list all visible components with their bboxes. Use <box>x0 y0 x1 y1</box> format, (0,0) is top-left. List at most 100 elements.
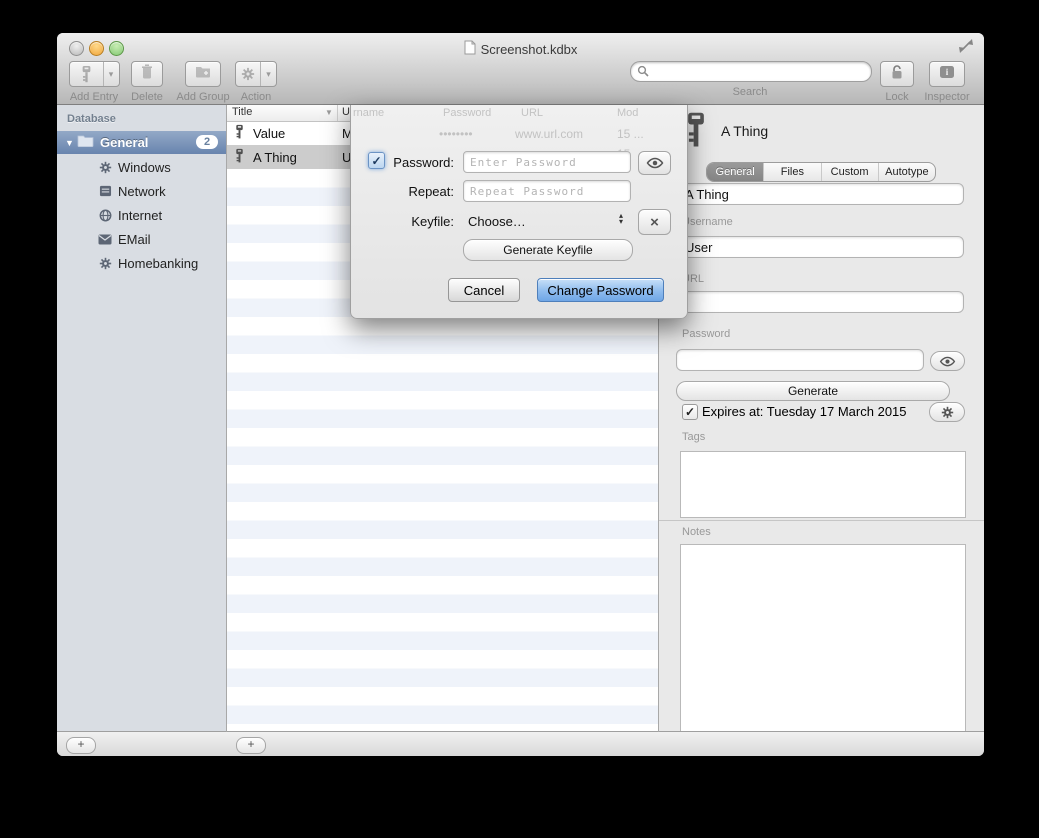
window-title-area: Screenshot.kdbx <box>57 40 984 58</box>
generate-keyfile-label: Generate Keyfile <box>503 243 592 257</box>
dialog-repeat-input[interactable] <box>463 180 631 202</box>
dialog-reveal-password-button[interactable] <box>638 151 671 175</box>
chevron-down-icon: ▾ <box>103 62 119 86</box>
envelope-icon <box>97 234 113 245</box>
lock-button[interactable] <box>880 61 914 87</box>
inspector-panel: A Thing General Files Custom Autotype Us… <box>659 105 984 732</box>
reveal-password-button[interactable] <box>930 351 965 371</box>
change-password-button[interactable]: Change Password <box>537 278 664 302</box>
entry-title: A Thing <box>253 150 297 165</box>
ghost-password-dots: •••••••• <box>439 127 473 141</box>
sidebar-item-email[interactable]: EMail <box>57 227 226 251</box>
generate-password-button[interactable]: Generate <box>676 381 950 401</box>
chevron-down-icon: ▾ <box>260 62 276 86</box>
key-icon <box>235 148 244 167</box>
sort-descending-icon: ▼ <box>325 108 333 117</box>
key-icon <box>235 124 244 143</box>
sidebar-item-internet[interactable]: Internet <box>57 203 226 227</box>
fullscreen-icon[interactable] <box>958 39 974 53</box>
tab-files[interactable]: Files <box>764 163 821 181</box>
tags-textarea[interactable] <box>680 451 966 518</box>
gear-icon <box>236 62 260 86</box>
info-icon: i <box>939 65 955 84</box>
username-label: Username <box>682 216 733 228</box>
delete-button[interactable] <box>131 61 163 87</box>
sidebar-item-label: Network <box>118 184 166 199</box>
toolbar-item-add-entry: ▾ Add Entry <box>65 61 123 103</box>
ghost-modified: 15 ... <box>617 127 644 141</box>
clear-keyfile-button[interactable]: × <box>638 209 671 235</box>
section-divider <box>659 520 984 521</box>
expires-label: Expires at: Tuesday 17 March 2015 <box>702 404 907 419</box>
inspector-label: Inspector <box>921 91 973 103</box>
tab-general[interactable]: General <box>707 163 764 181</box>
toolbar-item-lock: Lock <box>875 61 919 103</box>
generate-keyfile-button[interactable]: Generate Keyfile <box>463 239 633 261</box>
server-icon <box>97 185 113 197</box>
inspector-button[interactable]: i <box>929 61 965 87</box>
ghost-url: www.url.com <box>515 127 583 141</box>
sidebar-group-general[interactable]: ▼ General 2 <box>57 131 226 154</box>
url-field[interactable] <box>676 291 964 313</box>
add-entry-plus-button[interactable]: + <box>236 737 266 754</box>
sidebar-group-label: General <box>100 135 148 150</box>
action-button[interactable]: ▾ <box>235 61 277 87</box>
tab-autotype[interactable]: Autotype <box>879 163 935 181</box>
lock-icon <box>890 64 904 85</box>
inspector-tabs: General Files Custom Autotype <box>706 162 936 182</box>
sidebar-item-homebanking[interactable]: Homebanking <box>57 251 226 275</box>
pane-divider[interactable] <box>226 105 227 732</box>
bottom-bar: + + <box>57 731 984 756</box>
column-header-title[interactable]: Title <box>232 106 252 118</box>
search-label: Search <box>630 86 870 98</box>
toolbar-item-delete: Delete <box>127 61 167 103</box>
app-window: Screenshot.kdbx ▾ Add Entry Delete <box>57 33 984 756</box>
sidebar-item-label: Windows <box>118 160 171 175</box>
eye-icon <box>646 157 664 169</box>
window-header: Screenshot.kdbx ▾ Add Entry Delete <box>57 33 984 105</box>
folder-plus-icon <box>195 65 211 83</box>
sidebar-item-network[interactable]: Network <box>57 179 226 203</box>
disclosure-triangle-icon[interactable]: ▼ <box>65 138 77 148</box>
toolbar-item-search: Search <box>630 61 870 98</box>
tab-custom[interactable]: Custom <box>822 163 879 181</box>
change-password-label: Change Password <box>547 283 653 298</box>
expires-settings-button[interactable] <box>929 402 965 422</box>
gear-icon <box>97 257 113 270</box>
title-field[interactable] <box>676 183 964 205</box>
check-icon: ✓ <box>685 405 695 419</box>
toolbar-item-add-group: Add Group <box>175 61 231 103</box>
expires-checkbox[interactable]: ✓ <box>682 404 698 420</box>
sidebar-group-badge: 2 <box>196 135 218 149</box>
password-label: Password <box>682 328 730 340</box>
notes-textarea[interactable] <box>680 544 966 732</box>
dialog-repeat-label: Repeat: <box>351 184 454 199</box>
trash-icon <box>141 64 153 84</box>
lock-label: Lock <box>875 91 919 103</box>
column-divider[interactable] <box>337 105 338 121</box>
sidebar-item-windows[interactable]: Windows <box>57 155 226 179</box>
dialog-password-input[interactable] <box>463 151 631 173</box>
cancel-button[interactable]: Cancel <box>448 278 520 302</box>
cancel-label: Cancel <box>464 283 504 298</box>
action-label: Action <box>233 91 279 103</box>
dialog-password-label: Password: <box>351 155 454 170</box>
search-icon <box>637 65 649 77</box>
add-group-plus-button[interactable]: + <box>66 737 96 754</box>
sidebar-item-label: Internet <box>118 208 162 223</box>
keyfile-popup[interactable]: Choose… <box>468 214 526 229</box>
password-field[interactable] <box>676 349 924 371</box>
search-input[interactable] <box>653 63 865 80</box>
add-group-button[interactable] <box>185 61 221 87</box>
close-icon: × <box>650 214 659 231</box>
key-icon <box>685 112 707 151</box>
add-entry-label: Add Entry <box>65 91 123 103</box>
desktop-background: Screenshot.kdbx ▾ Add Entry Delete <box>0 0 1039 838</box>
window-title: Screenshot.kdbx <box>481 42 578 57</box>
globe-icon <box>97 209 113 222</box>
add-entry-button[interactable]: ▾ <box>69 61 120 87</box>
username-field[interactable] <box>676 236 964 258</box>
toolbar-item-action: ▾ Action <box>233 61 279 103</box>
ghost-header-username: rname <box>353 107 384 119</box>
keyfile-stepper[interactable]: ▴ ▾ <box>619 213 623 225</box>
